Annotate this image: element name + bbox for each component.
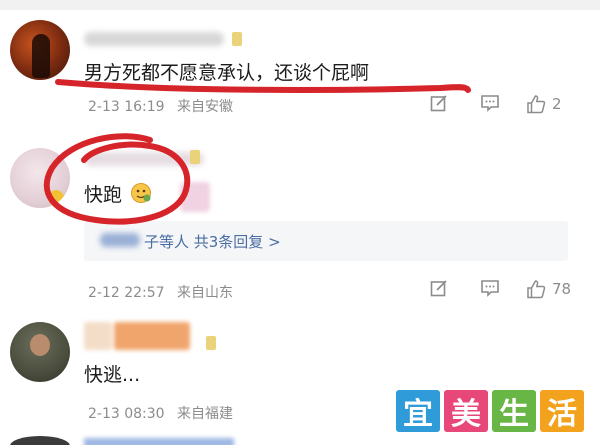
comment-icon[interactable] <box>480 94 500 112</box>
watermark-char: 生 <box>492 390 536 432</box>
watermark-logo: 宜 美 生 活 <box>396 390 584 432</box>
username-blurred[interactable] <box>84 152 204 166</box>
comment-text: 男方死都不愿意承认，还谈个屁啊 <box>84 62 370 84</box>
like-count: 78 <box>552 280 572 298</box>
reply-names-blurred <box>100 233 140 247</box>
comment-time: 2-13 08:30 <box>88 406 165 422</box>
comment-time: 2-12 22:57 <box>88 285 165 301</box>
watermark-char: 美 <box>444 390 488 432</box>
username-blurred[interactable] <box>84 322 112 350</box>
comment-source: 来自山东 <box>177 285 234 301</box>
comment-source: 来自福建 <box>177 406 234 422</box>
reply-summary-box[interactable]: 子等人 共3条回复 > <box>84 221 568 261</box>
thumbs-up-icon[interactable] <box>526 279 546 299</box>
emoji-icon <box>131 183 152 203</box>
user-badge-icon <box>190 150 200 164</box>
edit-icon[interactable] <box>430 279 448 297</box>
user-badge-icon <box>232 32 242 46</box>
comment-meta: 2-13 08:30 来自福建 <box>88 403 233 423</box>
comment-meta: 2-13 16:19 来自安徽 <box>88 96 233 116</box>
thumbs-up-icon[interactable] <box>526 94 546 114</box>
like-count: 2 <box>552 95 562 113</box>
comment-time: 2-13 16:19 <box>88 99 165 115</box>
sticker-blurred <box>180 182 210 212</box>
badge-icon <box>48 190 64 206</box>
avatar[interactable] <box>10 20 70 80</box>
reply-summary-link[interactable]: 子等人 共3条回复 > <box>144 231 281 252</box>
watermark-char: 宜 <box>396 390 440 432</box>
comment-icon[interactable] <box>480 279 500 297</box>
username-blurred[interactable] <box>84 32 224 46</box>
comment-text: 快逃... <box>84 364 141 386</box>
comment-text: 快跑 <box>84 180 152 207</box>
avatar[interactable] <box>10 322 70 382</box>
top-divider-strip <box>0 0 600 10</box>
edit-icon[interactable] <box>430 94 448 112</box>
user-badge-icon <box>206 336 216 350</box>
username-blurred[interactable] <box>114 322 190 350</box>
comment-meta: 2-12 22:57 来自山东 <box>88 282 233 302</box>
comment-source: 来自安徽 <box>177 99 234 115</box>
watermark-char: 活 <box>540 390 584 432</box>
next-username-partial <box>84 438 234 445</box>
next-avatar-partial <box>10 436 70 445</box>
avatar[interactable] <box>10 148 70 208</box>
